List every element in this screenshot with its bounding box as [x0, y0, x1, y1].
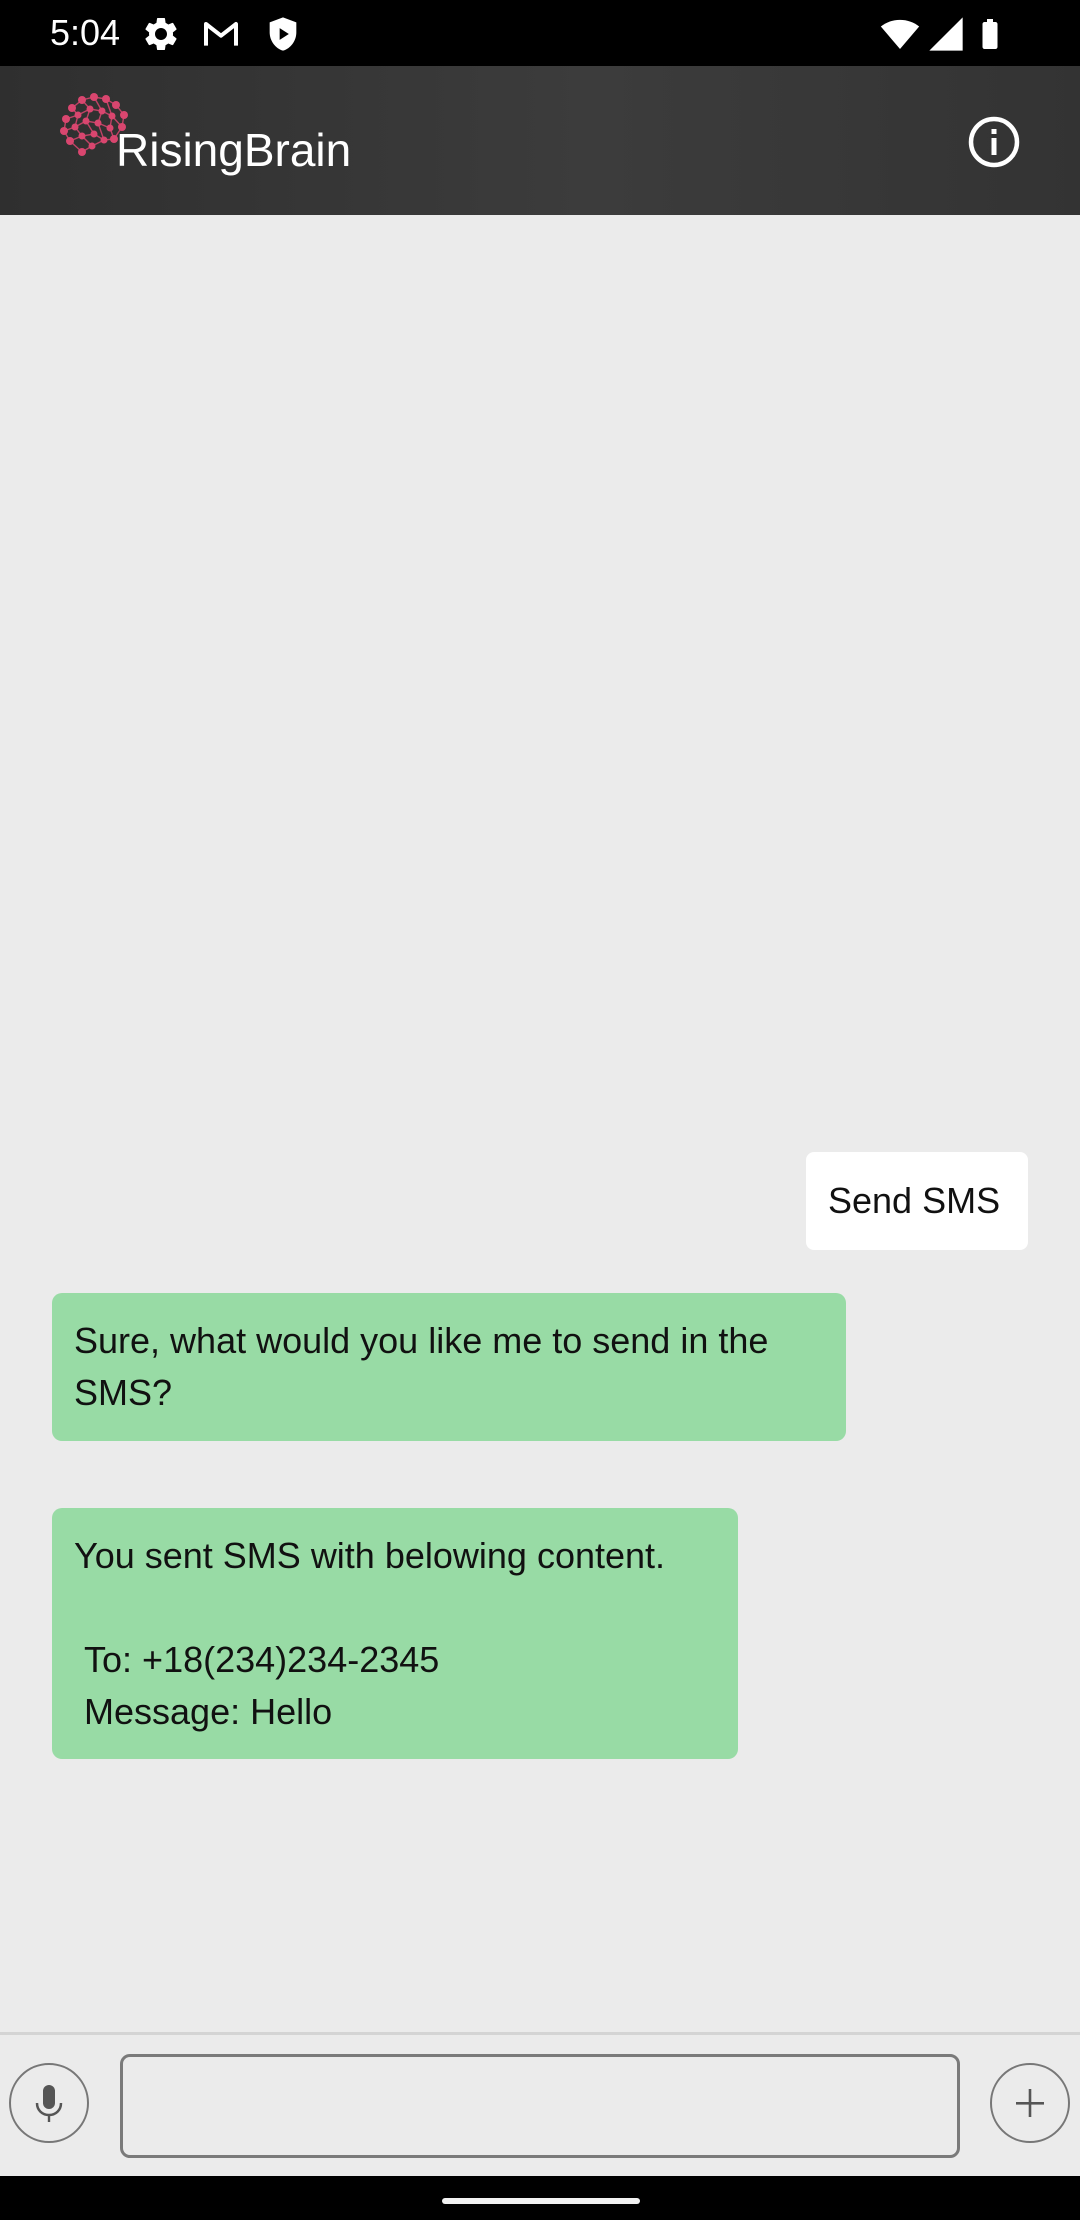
battery-icon: [982, 19, 998, 49]
add-button[interactable]: [990, 2063, 1070, 2143]
bot-message-bubble: Sure, what would you like me to send in …: [52, 1293, 846, 1441]
gmail-icon: [204, 22, 238, 46]
navigation-bar: [0, 2176, 1080, 2220]
message-input[interactable]: [120, 2054, 960, 2158]
info-button[interactable]: [966, 114, 1022, 170]
wifi-icon: [880, 19, 920, 49]
user-message-bubble: Send SMS: [806, 1152, 1028, 1250]
shield-icon: [269, 17, 297, 51]
microphone-icon: [35, 2085, 63, 2122]
plus-icon: [1016, 2089, 1044, 2117]
input-bar: [0, 2032, 1080, 2176]
chat-area[interactable]: [0, 215, 1080, 2032]
status-time: 5:04: [50, 12, 121, 53]
cell-signal-icon: [929, 17, 963, 51]
home-indicator[interactable]: [442, 2198, 640, 2204]
microphone-button[interactable]: [9, 2063, 89, 2143]
status-bar: 5:04: [0, 0, 1080, 66]
info-icon: [968, 116, 1020, 168]
app-bar: RisingBrain: [0, 66, 1080, 215]
app-title: RisingBrain: [116, 124, 352, 176]
gear-icon: [145, 17, 177, 50]
bot-message-bubble: You sent SMS with belowing content. To: …: [52, 1508, 738, 1759]
